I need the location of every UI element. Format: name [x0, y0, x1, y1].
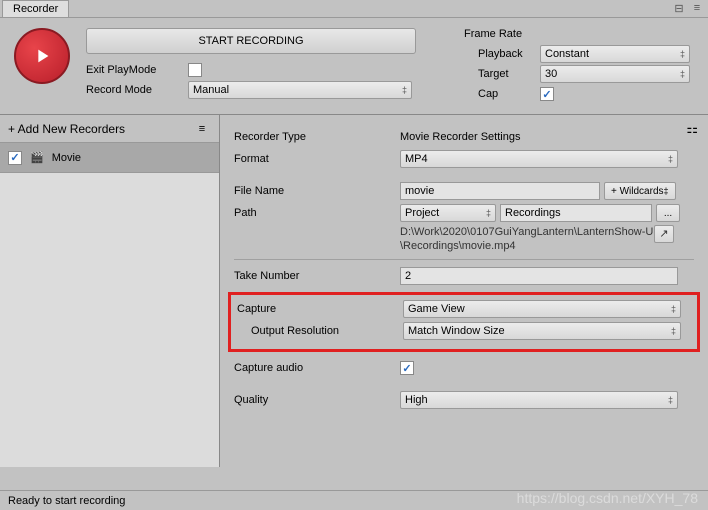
top-center: START RECORDING Exit PlayMode Record Mod… [86, 28, 448, 104]
output-resolution-dropdown[interactable]: Match Window Size [403, 322, 681, 340]
path-dropdown[interactable]: Project [400, 204, 496, 222]
quality-dropdown[interactable]: High [400, 391, 678, 409]
top-panel: START RECORDING Exit PlayMode Record Mod… [0, 18, 708, 115]
detail-menu-icon[interactable]: ⚏ [686, 121, 698, 137]
capture-highlight: Capture Game View Output Resolution Matc… [228, 292, 700, 352]
path-browse-button[interactable]: ... [656, 204, 680, 222]
movie-icon: 🎬 [30, 151, 44, 164]
wildcards-button[interactable]: + Wildcards [604, 182, 676, 200]
path-input[interactable]: Recordings [500, 204, 652, 222]
cap-label: Cap [464, 88, 540, 100]
capture-audio-label: Capture audio [234, 362, 400, 374]
frame-rate-header: Frame Rate [464, 28, 694, 40]
capture-dropdown[interactable]: Game View [403, 300, 681, 318]
main: + Add New Recorders ≡ 🎬 Movie ⚏ Recorder… [0, 115, 708, 467]
output-resolution-label: Output Resolution [237, 325, 403, 337]
record-mode-label: Record Mode [86, 84, 180, 96]
capture-label: Capture [237, 303, 403, 315]
window-controls: ⊟ ≡ [672, 2, 708, 15]
context-menu-icon[interactable]: ≡ [690, 2, 704, 15]
format-label: Format [234, 153, 400, 165]
divider [234, 259, 694, 260]
recorder-type-value: Movie Recorder Settings [400, 131, 520, 143]
add-recorders-button[interactable]: + Add New Recorders [8, 122, 125, 136]
watermark: https://blog.csdn.net/XYH_78 [517, 490, 698, 506]
start-recording-button[interactable]: START RECORDING [86, 28, 416, 54]
recorder-item-label: Movie [52, 152, 81, 164]
capture-audio-checkbox[interactable] [400, 361, 414, 375]
popout-icon[interactable]: ⊟ [672, 2, 686, 15]
recorder-item-movie[interactable]: 🎬 Movie [0, 143, 219, 173]
detail-panel: ⚏ Recorder Type Movie Recorder Settings … [220, 115, 708, 467]
add-recorders-bar: + Add New Recorders ≡ [0, 115, 219, 143]
file-name-input[interactable]: movie [400, 182, 600, 200]
sidebar: + Add New Recorders ≡ 🎬 Movie [0, 115, 220, 467]
sidebar-menu-icon[interactable]: ≡ [193, 123, 211, 135]
quality-label: Quality [234, 394, 400, 406]
open-external-icon[interactable]: ↗ [654, 225, 674, 243]
exit-playmode-checkbox[interactable] [188, 63, 202, 77]
cap-checkbox[interactable] [540, 87, 554, 101]
status-text: Ready to start recording [8, 495, 125, 507]
full-path-display: D:\Work\2020\0107GuiYangLantern\LanternS… [234, 225, 674, 253]
recorder-item-checkbox[interactable] [8, 151, 22, 165]
play-icon [31, 45, 53, 67]
target-input[interactable]: 30 [540, 65, 690, 83]
exit-playmode-label: Exit PlayMode [86, 64, 180, 76]
playback-label: Playback [464, 48, 540, 60]
play-button[interactable] [14, 28, 70, 84]
window-tab[interactable]: Recorder [2, 0, 69, 17]
target-label: Target [464, 68, 540, 80]
take-number-input[interactable]: 2 [400, 267, 678, 285]
recorder-type-label: Recorder Type [234, 131, 400, 143]
path-label: Path [234, 207, 400, 219]
frame-rate-section: Frame Rate Playback Constant Target 30 C… [464, 28, 694, 104]
sidebar-empty [0, 173, 219, 467]
take-number-label: Take Number [234, 270, 400, 282]
format-dropdown[interactable]: MP4 [400, 150, 678, 168]
titlebar: Recorder ⊟ ≡ [0, 0, 708, 18]
file-name-label: File Name [234, 185, 400, 197]
playback-dropdown[interactable]: Constant [540, 45, 690, 63]
record-mode-dropdown[interactable]: Manual [188, 81, 412, 99]
